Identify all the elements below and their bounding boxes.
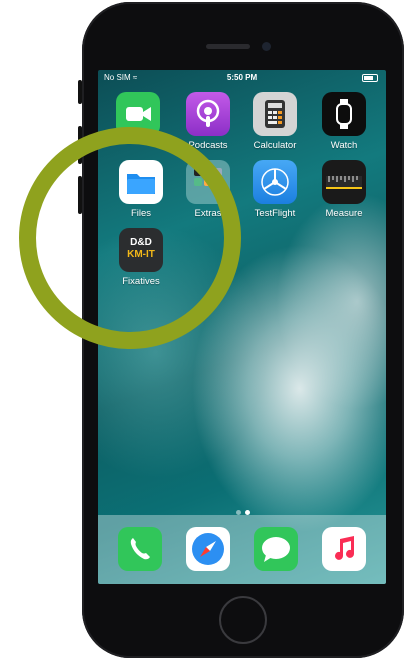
app-label: Watch bbox=[330, 140, 358, 151]
app-measure[interactable]: Measure bbox=[314, 160, 374, 219]
testflight-icon bbox=[253, 160, 297, 204]
measure-icon bbox=[322, 160, 366, 204]
app-fixatives[interactable]: D&D KM-IT Fixatives bbox=[111, 228, 171, 287]
fixatives-logo-line2: KM-IT bbox=[127, 249, 155, 260]
app-label: Calculator bbox=[253, 140, 297, 151]
app-label: TestFlight bbox=[254, 208, 296, 219]
app-testflight[interactable]: TestFlight bbox=[245, 160, 305, 219]
app-watch[interactable]: Watch bbox=[314, 92, 374, 151]
app-label: Fixatives bbox=[122, 276, 160, 287]
front-camera bbox=[262, 42, 271, 51]
home-button[interactable] bbox=[219, 596, 267, 644]
status-bar: No SIM ≈ 5:50 PM bbox=[98, 70, 386, 86]
home-screen: No SIM ≈ 5:50 PM Podcasts Calculator Wat… bbox=[98, 70, 386, 584]
fixatives-logo-line1: D&D bbox=[130, 237, 152, 248]
facetime-icon bbox=[116, 92, 160, 136]
app-facetime[interactable] bbox=[108, 92, 168, 140]
safari-icon[interactable] bbox=[186, 527, 230, 571]
extras-folder-icon bbox=[186, 160, 230, 204]
clock: 5:50 PM bbox=[226, 73, 258, 82]
calculator-icon bbox=[253, 92, 297, 136]
volume-up-button[interactable] bbox=[78, 126, 82, 164]
dock bbox=[98, 515, 386, 584]
podcasts-icon bbox=[186, 92, 230, 136]
phone-icon[interactable] bbox=[118, 527, 162, 571]
app-label: Podcasts bbox=[188, 140, 228, 151]
folder-extras[interactable]: Extras bbox=[178, 160, 238, 219]
messages-icon[interactable] bbox=[254, 527, 298, 571]
music-icon[interactable] bbox=[322, 527, 366, 571]
mute-switch[interactable] bbox=[78, 80, 82, 104]
app-label: Extras bbox=[194, 208, 222, 219]
app-podcasts[interactable]: Podcasts bbox=[178, 92, 238, 151]
app-calculator[interactable]: Calculator bbox=[245, 92, 305, 151]
app-label: Measure bbox=[325, 208, 363, 219]
battery-icon bbox=[362, 74, 378, 82]
earpiece-speaker bbox=[206, 44, 250, 49]
watch-icon bbox=[322, 92, 366, 136]
volume-down-button[interactable] bbox=[78, 176, 82, 214]
fixatives-icon: D&D KM-IT bbox=[119, 228, 163, 272]
app-files[interactable]: Files bbox=[111, 160, 171, 219]
files-icon bbox=[119, 160, 163, 204]
app-label: Files bbox=[130, 208, 152, 219]
